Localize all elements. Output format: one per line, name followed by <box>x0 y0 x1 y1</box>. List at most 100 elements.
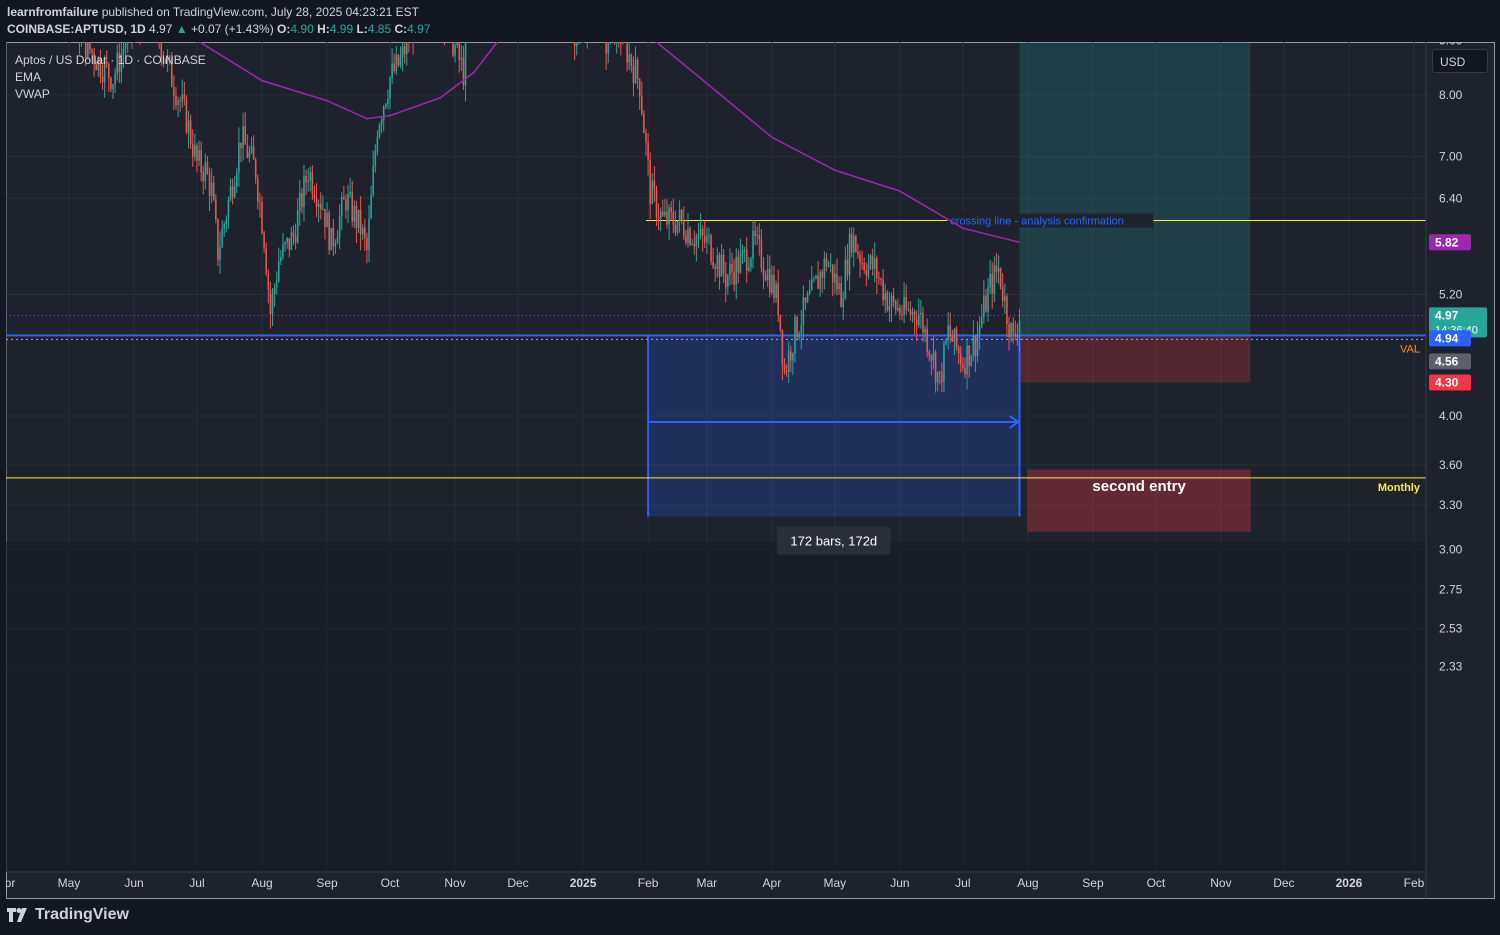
candle-body <box>949 325 952 337</box>
candle-body <box>859 254 861 263</box>
candle-body <box>897 307 899 311</box>
candle-body <box>903 296 905 315</box>
candle-body <box>920 312 922 315</box>
candle-body <box>628 54 631 63</box>
candle-body <box>936 371 939 383</box>
candle-body <box>78 42 81 44</box>
candle-body <box>756 235 759 237</box>
candle-body <box>687 228 689 243</box>
candle-body <box>271 293 274 314</box>
time-tick-label: Feb <box>638 876 659 890</box>
candle-body <box>674 224 677 233</box>
candle-body <box>1008 324 1010 338</box>
tradingview-logo[interactable]: TradingView <box>7 906 129 924</box>
price-chart[interactable]: 18.0016.0014.5013.0012.0011.009.008.007.… <box>6 42 1495 899</box>
candle-body <box>233 186 236 198</box>
candle-body <box>263 233 265 248</box>
ema-line <box>198 42 1020 244</box>
indicator-ema-label[interactable]: EMA <box>15 70 41 84</box>
candle-body <box>769 268 771 293</box>
candle-body <box>657 217 660 219</box>
candle-body <box>899 307 901 315</box>
candle-body <box>187 120 190 133</box>
candle-body <box>357 209 360 228</box>
candle-body <box>685 235 687 243</box>
candle-body <box>976 334 979 357</box>
time-tick-label: Jul <box>955 876 970 890</box>
candle-body <box>267 274 270 290</box>
candle-body <box>739 253 742 273</box>
candle-body <box>886 292 889 311</box>
candle-body <box>385 104 387 107</box>
low-label: L: <box>356 22 368 36</box>
candle-body <box>206 162 209 174</box>
candle-body <box>397 54 400 66</box>
candle-body <box>1012 322 1015 334</box>
candle-body <box>1001 287 1004 302</box>
price-tick-label: 9.00 <box>1439 42 1463 47</box>
candle-body <box>848 233 851 276</box>
candle-body <box>850 233 853 253</box>
time-tick-label: 2026 <box>1336 876 1363 890</box>
candle-body <box>280 256 282 262</box>
price-tick-label: 3.30 <box>1439 498 1463 512</box>
candle-body <box>691 243 693 245</box>
candle-body <box>288 238 291 250</box>
candle-body <box>303 175 305 208</box>
candle-body <box>454 44 456 56</box>
candle-body <box>991 273 994 294</box>
candle-body <box>743 249 746 251</box>
candle-body <box>405 42 408 55</box>
candle-body <box>666 211 668 225</box>
candle-body <box>909 309 912 315</box>
candle-body <box>653 180 656 190</box>
candle-body <box>901 314 903 316</box>
candle-body <box>905 296 907 310</box>
candle-body <box>733 271 735 285</box>
candle-body <box>277 261 280 282</box>
candle-body <box>236 172 238 187</box>
candle-body <box>844 259 847 299</box>
candle-body <box>993 265 996 294</box>
candle-body <box>907 309 910 311</box>
candle-body <box>215 199 217 220</box>
candle-body <box>716 255 719 270</box>
candle-body <box>651 180 654 205</box>
candle-body <box>173 86 175 96</box>
candle-body <box>273 287 276 294</box>
candle-body <box>804 297 807 303</box>
candle-body <box>208 173 211 196</box>
candle-body <box>219 247 221 261</box>
candle-body <box>368 218 370 250</box>
candle-body <box>985 295 987 312</box>
time-tick-label: Dec <box>1273 876 1294 890</box>
candle-body <box>370 195 372 219</box>
candle-body <box>714 266 717 270</box>
candle-body <box>821 272 824 278</box>
candle-body <box>301 192 303 208</box>
candle-body <box>196 145 198 161</box>
candle-body <box>720 254 723 277</box>
candle-body <box>101 76 104 83</box>
candle-body <box>374 151 377 167</box>
time-tick-label: 2025 <box>570 876 597 890</box>
candle-body <box>231 186 234 198</box>
price-badge-value: 4.56 <box>1435 354 1459 368</box>
publish-details: published on TradingView.com, July 28, 2… <box>98 5 420 19</box>
candle-body <box>636 59 639 80</box>
currency-button[interactable]: USD <box>1432 49 1488 73</box>
indicator-vwap-label[interactable]: VWAP <box>15 87 50 101</box>
candle-body <box>294 236 297 243</box>
candle-body <box>890 295 893 307</box>
publisher-name[interactable]: learnfromfailure <box>7 5 98 19</box>
candle-body <box>668 207 670 225</box>
chart-legend-title[interactable]: Aptos / US Dollar · 1D · COINBASE <box>15 53 206 67</box>
candle-body <box>355 205 358 228</box>
candle-body <box>917 314 920 326</box>
price-tick-label: 8.00 <box>1439 88 1463 102</box>
last-price: 4.97 <box>149 22 173 36</box>
candle-body <box>880 278 882 280</box>
candle-body <box>298 192 301 211</box>
candle-body <box>968 345 970 366</box>
candle-body <box>460 57 463 60</box>
